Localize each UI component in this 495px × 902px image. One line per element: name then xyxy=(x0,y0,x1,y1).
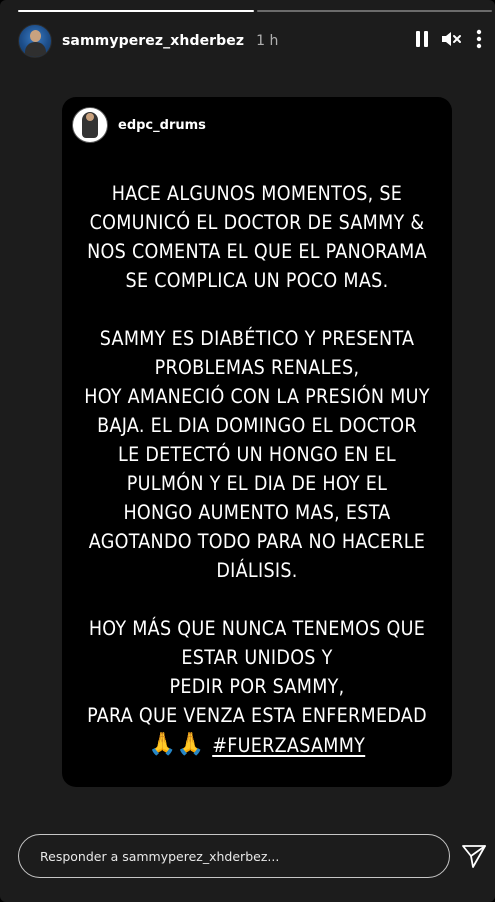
text-line: HONGO AUMENTO MAS, ESTA xyxy=(123,501,391,524)
text-line: PULMÓN Y EL DIA DE HOY EL xyxy=(126,472,388,495)
reply-field-container[interactable] xyxy=(18,834,450,878)
text-line: PARA QUE VENZA ESTA ENFERMEDAD xyxy=(87,704,427,727)
text-line: SAMMY ES DIABÉTICO Y PRESENTA xyxy=(99,327,415,350)
progress-segment-fill xyxy=(18,10,254,12)
shared-post-header: edpc_drums xyxy=(72,107,206,143)
text-line: HOY MÁS QUE NUNCA TENEMOS QUE xyxy=(88,617,426,640)
volume-muted-icon[interactable] xyxy=(442,31,462,47)
story-text-block: HACE ALGUNOS MOMENTOS, SE COMUNICÓ EL DO… xyxy=(62,179,452,760)
progress-segment xyxy=(18,10,254,12)
text-line: SE COMPLICA UN POCO MAS. xyxy=(125,269,389,292)
avatar[interactable] xyxy=(18,24,52,58)
send-icon[interactable] xyxy=(461,843,487,869)
text-line: COMUNICÓ EL DOCTOR DE SAMMY & xyxy=(89,211,425,234)
avatar-body xyxy=(25,42,46,57)
text-line: BAJA. EL DIA DOMINGO EL DOCTOR xyxy=(97,414,417,437)
hashtag-row: 🙏🙏 #FUERZASAMMY xyxy=(149,731,365,760)
text-line: DIÁLISIS. xyxy=(216,559,298,582)
pause-icon[interactable] xyxy=(416,31,428,47)
praying-hands-emoji: 🙏🙏 xyxy=(148,732,205,757)
avatar-head xyxy=(30,30,41,42)
shared-post-card[interactable]: edpc_drums HACE ALGUNOS MOMENTOS, SE COM… xyxy=(62,97,452,787)
story-header: sammyperez_xhderbez 1 h xyxy=(18,24,488,58)
story-viewer: sammyperez_xhderbez 1 h edpc_drums HACE … xyxy=(0,0,495,902)
shared-avatar-head xyxy=(86,113,94,121)
text-line: NOS COMENTA EL QUE EL PANORAMA xyxy=(87,240,427,263)
story-timestamp: 1 h xyxy=(256,33,279,49)
text-line: PEDIR POR SAMMY, xyxy=(169,675,345,698)
hashtag-line: 🙏🙏 #FUERZASAMMY xyxy=(62,730,452,760)
shared-post-avatar[interactable] xyxy=(72,107,108,143)
text-line: HACE ALGUNOS MOMENTOS, SE xyxy=(111,182,403,205)
text-line: PROBLEMAS RENALES, xyxy=(154,356,360,379)
progress-segment xyxy=(256,10,492,12)
text-line: HOY AMANECIÓ CON LA PRESIÓN MUY xyxy=(84,385,430,408)
story-controls xyxy=(416,29,482,49)
text-line: LE DETECTÓ UN HONGO EN EL xyxy=(118,443,396,466)
story-progress-bar xyxy=(18,10,492,12)
text-line: ESTAR UNIDOS Y xyxy=(181,646,333,669)
shared-post-username[interactable]: edpc_drums xyxy=(118,118,206,133)
hashtag-link[interactable]: #FUERZASAMMY xyxy=(212,731,365,760)
story-username[interactable]: sammyperez_xhderbez xyxy=(62,33,244,49)
more-options-icon[interactable] xyxy=(476,29,482,49)
text-line: AGOTANDO TODO PARA NO HACERLE xyxy=(88,530,426,553)
reply-input[interactable] xyxy=(40,848,420,864)
